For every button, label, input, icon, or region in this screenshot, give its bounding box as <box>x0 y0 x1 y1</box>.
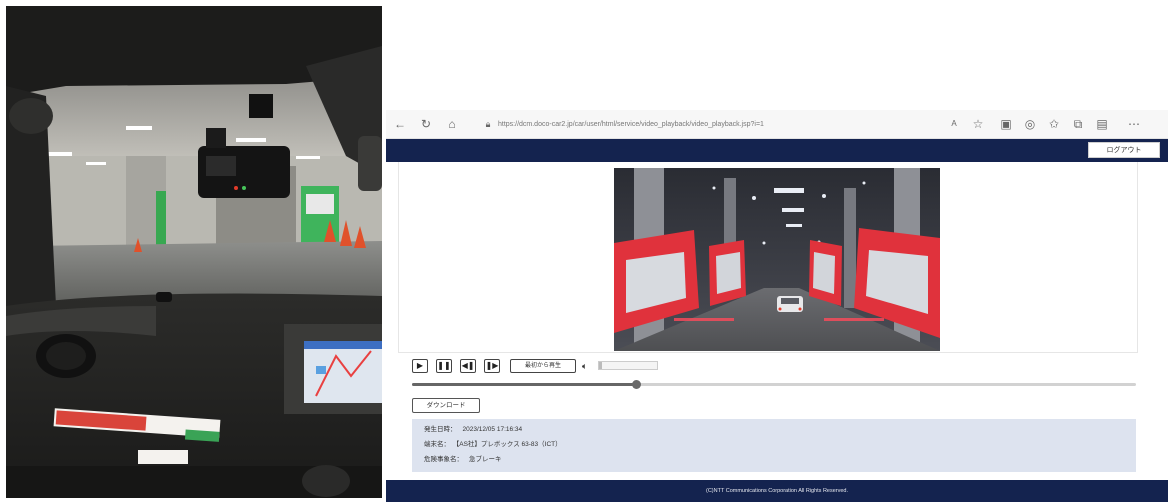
logout-button[interactable]: ログアウト <box>1088 142 1160 158</box>
replay-from-start-button[interactable]: 最初から再生 <box>510 359 576 373</box>
site-footer: (C)NTT Communications Corporation All Ri… <box>386 480 1168 502</box>
event-time-value: 2023/12/05 17:16:34 <box>462 426 523 433</box>
event-type-row: 危険事象名： 急ブレーキ <box>424 455 502 465</box>
video-player[interactable] <box>614 168 940 351</box>
volume-icon[interactable]: 🔈︎ <box>582 360 587 372</box>
browser-window: ← ↻ ⌂ 🔒︎ https://dcm.doco-car2.jp/car/us… <box>386 110 1168 502</box>
device-name-label: 端末名： <box>424 441 450 448</box>
site-header: ログアウト <box>386 139 1168 162</box>
favorites-icon[interactable]: ✩ <box>1046 116 1062 132</box>
seek-progress <box>412 383 637 386</box>
event-time-label: 発生日時： <box>424 426 457 433</box>
play-button[interactable]: ▶ <box>412 359 428 373</box>
volume-slider[interactable] <box>598 361 658 370</box>
event-time-row: 発生日時： 2023/12/05 17:16:34 <box>424 425 522 435</box>
address-bar[interactable]: https://dcm.doco-car2.jp/car/user/html/s… <box>498 118 938 131</box>
browser-toolbar: ← ↻ ⌂ 🔒︎ https://dcm.doco-car2.jp/car/us… <box>386 110 1168 139</box>
read-aloud-icon[interactable]: A <box>946 116 962 132</box>
seek-bar[interactable] <box>412 380 1136 389</box>
device-name-value: 【AS社】プレボックス 63-83（ICT） <box>456 441 562 448</box>
back-icon[interactable]: ← <box>392 116 408 132</box>
profile-icon[interactable]: ◎ <box>1022 116 1038 132</box>
dashcam-install-photo <box>6 6 382 498</box>
home-icon[interactable]: ⌂ <box>444 116 460 132</box>
step-forward-button[interactable]: ❚▶ <box>484 359 500 373</box>
more-icon[interactable]: ⋯ <box>1126 116 1142 132</box>
wallet-icon[interactable]: ▤ <box>1094 116 1110 132</box>
lock-icon: 🔒︎ <box>485 119 491 129</box>
event-type-value: 急ブレーキ <box>469 456 502 463</box>
device-name-row: 端末名： 【AS社】プレボックス 63-83（ICT） <box>424 440 562 450</box>
event-type-label: 危険事象名： <box>424 456 463 463</box>
pause-button[interactable]: ❚❚ <box>436 359 452 373</box>
volume-level <box>599 362 602 369</box>
event-info-panel: 発生日時： 2023/12/05 17:16:34 端末名： 【AS社】プレボックス… <box>412 419 1136 472</box>
step-back-button[interactable]: ◀❚ <box>460 359 476 373</box>
collections-icon[interactable]: ⧉ <box>1070 116 1086 132</box>
seek-handle[interactable] <box>632 380 642 389</box>
copyright-text: (C)NTT Communications Corporation All Ri… <box>705 488 849 494</box>
reload-icon[interactable]: ↻ <box>418 116 434 132</box>
download-button[interactable]: ダウンロード <box>412 398 480 413</box>
favorite-star-icon[interactable]: ☆ <box>970 116 986 132</box>
extension-icon[interactable]: ▣ <box>998 116 1014 132</box>
